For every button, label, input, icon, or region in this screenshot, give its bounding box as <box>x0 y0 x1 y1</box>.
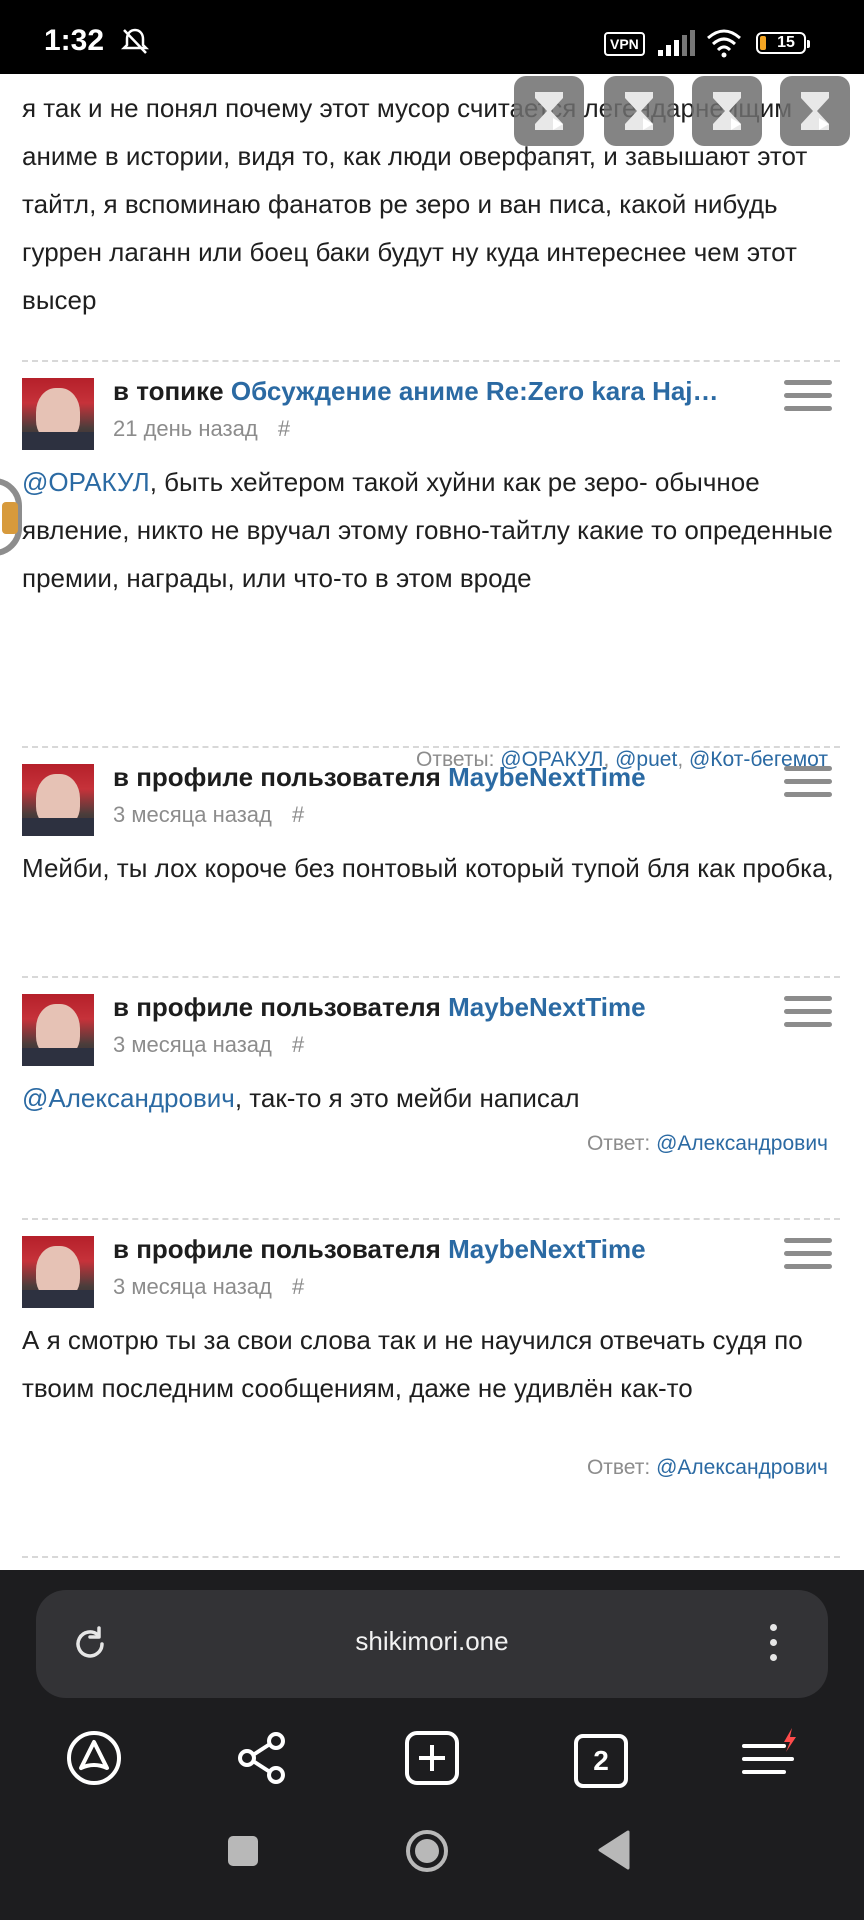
comment-time[interactable]: 21 день назад <box>113 416 258 441</box>
bell-muted-icon <box>120 28 150 54</box>
permalink-hash[interactable]: # <box>278 416 290 441</box>
battery-level: 15 <box>777 34 795 51</box>
hourglass-icon <box>625 92 653 130</box>
avatar[interactable] <box>22 764 94 836</box>
permalink-hash[interactable]: # <box>292 1032 304 1057</box>
comment-header: в топике Обсуждение аниме Re:Zero kara H… <box>113 376 719 407</box>
comment-context: в профиле пользователя <box>113 762 441 792</box>
wifi-icon <box>707 29 741 58</box>
divider <box>22 360 840 362</box>
recent-apps-icon[interactable] <box>226 1834 260 1868</box>
url-text[interactable]: shikimori.one <box>36 1626 828 1657</box>
overlay-button-3[interactable] <box>692 76 762 146</box>
permalink-hash[interactable]: # <box>292 802 304 827</box>
permalink-hash[interactable]: # <box>292 1274 304 1299</box>
comment-context: в профиле пользователя <box>113 1234 441 1264</box>
avatar[interactable] <box>22 994 94 1066</box>
hourglass-icon <box>713 92 741 130</box>
address-bar[interactable]: shikimori.one <box>36 1590 828 1698</box>
replies-label: Ответ: <box>586 1132 657 1155</box>
divider <box>22 1556 840 1558</box>
overlay-button-1[interactable] <box>514 76 584 146</box>
comment-meta: 3 месяца назад # <box>113 802 304 828</box>
comment-header: в профиле пользователя MaybeNextTime <box>113 1234 646 1265</box>
replies-line: Ответ: @Александрович <box>587 1132 828 1156</box>
browser-toolbar: shikimori.one 2 <box>0 1570 864 1920</box>
comment-context: в топике <box>113 376 224 406</box>
comment-body: @Александрович, так-то я это мейби напис… <box>22 1083 580 1113</box>
back-icon[interactable] <box>596 1830 632 1870</box>
profile-link[interactable]: MaybeNextTime <box>448 762 646 792</box>
battery-icon: 15 <box>756 32 810 54</box>
comment-time[interactable]: 3 месяца назад <box>113 1274 272 1299</box>
comment-meta: 21 день назад # <box>113 416 290 442</box>
divider <box>22 1218 840 1220</box>
reply-link[interactable]: @Александрович <box>656 1456 828 1479</box>
comment-time[interactable]: 3 месяца назад <box>113 1032 272 1057</box>
reply-link[interactable]: @Александрович <box>656 1132 828 1155</box>
comment-time[interactable]: 3 месяца назад <box>113 802 272 827</box>
alice-assistant-icon[interactable] <box>64 1728 124 1788</box>
new-tab-icon[interactable] <box>402 1728 462 1788</box>
signal-icon <box>658 30 695 56</box>
avatar[interactable] <box>22 378 94 450</box>
topic-link[interactable]: Обсуждение аниме Re:Zero kara Haj… <box>231 376 719 406</box>
comment-body: А я смотрю ты за свои слова так и не нау… <box>22 1325 803 1403</box>
divider <box>22 746 840 748</box>
overlay-button-4[interactable] <box>780 76 850 146</box>
status-bar: 1:32 VPN 15 <box>0 0 864 74</box>
comment-menu-icon[interactable] <box>784 380 832 420</box>
hourglass-icon <box>801 92 829 130</box>
comment-body: Мейби, ты лох короче без понтовый которы… <box>22 853 834 883</box>
menu-notification-icon[interactable] <box>740 1728 800 1788</box>
comment-context: в профиле пользователя <box>113 992 441 1022</box>
replies-line: Ответ: @Александрович <box>587 1456 828 1480</box>
comment-header: в профиле пользователя MaybeNextTime <box>113 992 646 1023</box>
comment-meta: 3 месяца назад # <box>113 1032 304 1058</box>
status-time: 1:32 <box>44 24 105 57</box>
comment-meta: 3 месяца назад # <box>113 1274 304 1300</box>
replies-label: Ответ: <box>586 1456 657 1479</box>
vpn-badge: VPN <box>604 32 645 56</box>
overlay-button-2[interactable] <box>604 76 674 146</box>
comment-menu-icon[interactable] <box>784 766 832 806</box>
mention-link[interactable]: @Александрович <box>22 1083 235 1113</box>
floating-assistant-handle[interactable] <box>0 478 22 556</box>
mention-link[interactable]: @ОРАКУЛ <box>22 467 150 497</box>
comment-body: @ОРАКУЛ, быть хейтером такой хуйни как р… <box>22 467 833 593</box>
comment-header: в профиле пользователя MaybeNextTime <box>113 762 646 793</box>
divider <box>22 976 840 978</box>
home-icon[interactable] <box>404 1828 450 1874</box>
comment-menu-icon[interactable] <box>784 996 832 1036</box>
comment-menu-icon[interactable] <box>784 1238 832 1278</box>
share-icon[interactable] <box>232 1728 292 1788</box>
avatar[interactable] <box>22 1236 94 1308</box>
more-options-icon[interactable] <box>770 1624 780 1664</box>
profile-link[interactable]: MaybeNextTime <box>448 992 646 1022</box>
profile-link[interactable]: MaybeNextTime <box>448 1234 646 1264</box>
tabs-count-button[interactable]: 2 <box>574 1734 628 1788</box>
hourglass-icon <box>535 92 563 130</box>
